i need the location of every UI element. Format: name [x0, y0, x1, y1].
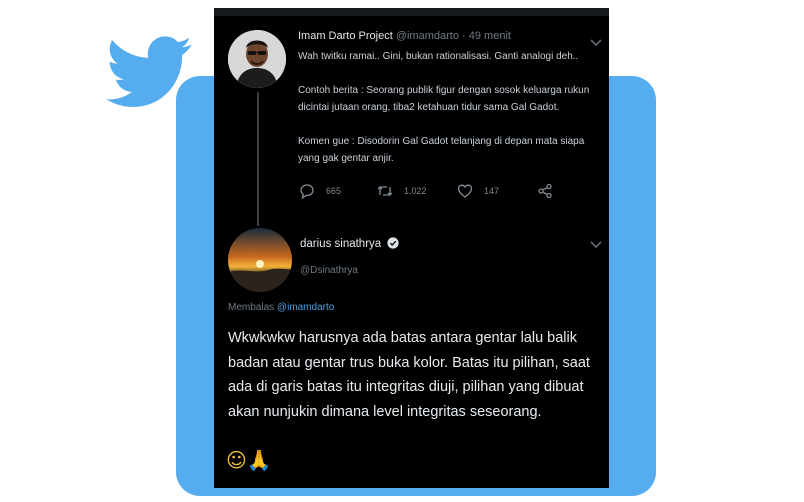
retweet-icon — [377, 186, 393, 196]
author-handle: @imamdarto — [395, 30, 459, 42]
tweet-text-line-3a: Komen gue : Disodorin Gal Gadot telanjan… — [298, 136, 585, 147]
reply-emojis: ☺🙏 — [226, 448, 272, 472]
like-count: 147 — [484, 186, 500, 196]
retweet-button[interactable]: 1.022 — [376, 180, 427, 202]
reply-text: Wkwkwkw harusnya ada batas antara gentar… — [228, 330, 590, 420]
thread-connector-line — [257, 92, 259, 226]
tweet-text-line-1: Wah twitku ramai.. Gini, bukan rationali… — [298, 51, 579, 62]
reply-button[interactable]: 665 — [298, 180, 341, 202]
share-icon — [538, 183, 552, 199]
avatar-imam-darto[interactable] — [228, 30, 286, 88]
reply-count: 665 — [326, 186, 342, 196]
reply-author-name[interactable]: darius sinathrya — [300, 238, 381, 250]
separator-dot: · — [462, 30, 466, 42]
tweet-panel: Imam Darto Project @imamdarto · 49 menit… — [214, 8, 609, 488]
reply-icon — [300, 184, 314, 200]
replying-to-line: Membalas @imamdarto — [228, 302, 334, 313]
author-name[interactable]: Imam Darto Project — [298, 30, 393, 42]
chevron-down-icon[interactable] — [589, 38, 603, 48]
tweet-time[interactable]: 49 menit — [469, 30, 511, 42]
chevron-down-icon[interactable] — [589, 240, 603, 250]
replying-label: Membalas — [228, 302, 275, 313]
tweet-actions-bar: 665 1.022 147 — [298, 180, 568, 202]
avatar-darius-sinathrya[interactable] — [228, 228, 292, 292]
verified-icon — [387, 237, 399, 249]
like-button[interactable]: 147 — [456, 180, 499, 202]
reply-author: darius sinathrya — [300, 237, 399, 250]
tweet-text-line-2a: Contoh berita : Seorang publik figur den… — [298, 85, 590, 96]
reply-handle[interactable]: @Dsinathrya — [300, 265, 358, 276]
tweet-text-line-2b: dicintai jutaan orang, tiba2 ketahuan ti… — [298, 102, 560, 113]
retweet-count: 1.022 — [404, 186, 427, 196]
emoji-text: ☺🙏 — [226, 448, 272, 472]
share-button[interactable] — [536, 180, 554, 202]
twitter-bird-icon — [106, 36, 192, 107]
tweet-text-line-3b: yang gak gentar anjir. — [298, 153, 394, 164]
tweet-header: Imam Darto Project @imamdarto · 49 menit — [298, 30, 511, 42]
like-icon — [457, 184, 473, 198]
panel-top-bar — [214, 8, 609, 16]
replying-to-link[interactable]: @imamdarto — [277, 302, 334, 313]
